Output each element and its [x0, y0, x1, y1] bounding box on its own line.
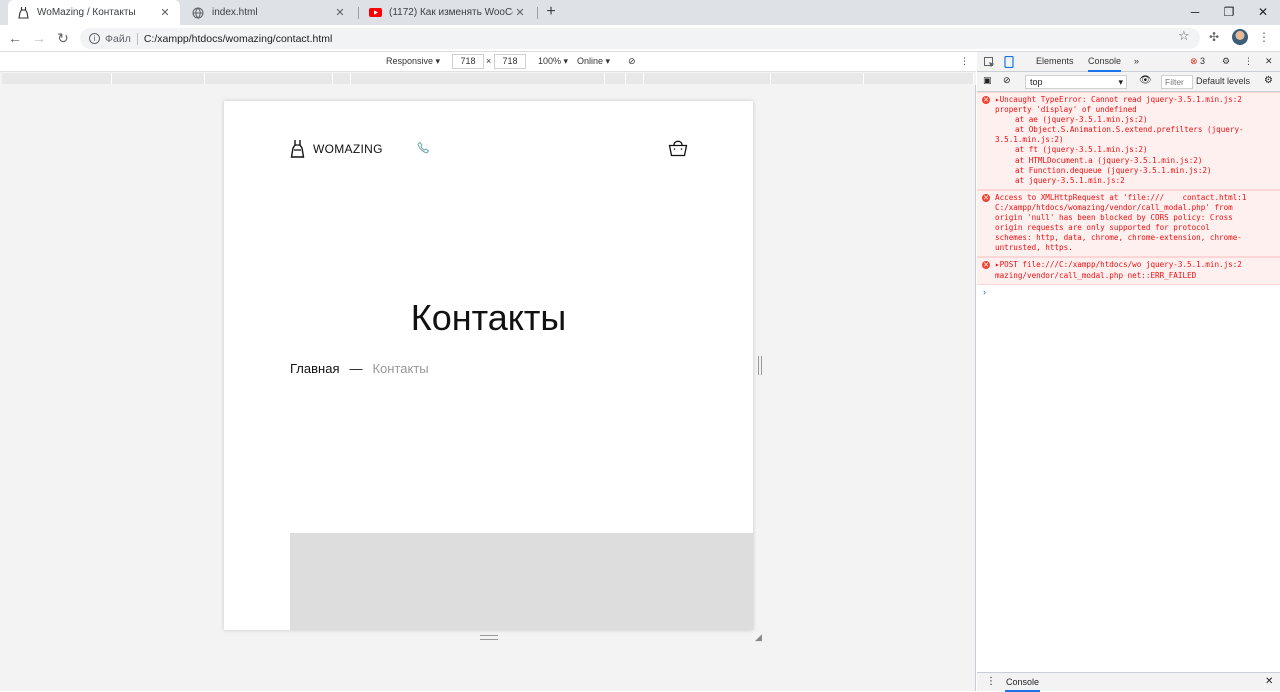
context-select[interactable]: top ▾	[1025, 75, 1127, 89]
tab-separator	[358, 7, 359, 19]
bookmark-star-icon[interactable]: ☆	[1178, 28, 1190, 44]
tab-title: (1172) Как изменять WooComm	[389, 7, 513, 18]
devtools-drawer: ⋮ Console ✕	[977, 672, 1280, 692]
browser-toolbar: ← → ↻ i Файл C:/xampp/htdocs/womazing/co…	[0, 25, 1280, 52]
device-toggle-icon[interactable]	[1004, 52, 1014, 72]
console-toolbar: ▣ ⊘ top ▾ 👁 Filter Default levels ⚙	[977, 72, 1280, 92]
new-tab-button[interactable]: +	[541, 2, 561, 22]
tab-separator	[537, 7, 538, 19]
inspect-element-icon[interactable]	[984, 52, 995, 72]
error-icon: ✕	[982, 193, 990, 202]
tab-youtube[interactable]: (1172) Как изменять WooComm ✕	[360, 0, 535, 25]
log-levels-select[interactable]: Default levels	[1196, 76, 1250, 86]
browser-menu-icon[interactable]: ⋮	[1258, 30, 1270, 44]
settings-gear-icon[interactable]: ⚙	[1222, 52, 1230, 72]
youtube-icon	[368, 6, 382, 20]
console-error-message[interactable]: ✕ Access to XMLHttpRequest at 'file:/// …	[977, 189, 1280, 258]
eye-icon[interactable]: 👁	[1139, 75, 1152, 86]
devtools-menu-icon[interactable]: ⋮	[1244, 52, 1253, 72]
close-devtools-icon[interactable]: ✕	[1265, 52, 1273, 72]
breadcrumb-separator: —	[349, 361, 363, 376]
tab-console[interactable]: Console	[1088, 52, 1122, 72]
close-tab-icon[interactable]: ✕	[333, 6, 347, 19]
breadcrumb-current: Контакты	[372, 361, 429, 376]
tab-index-html[interactable]: index.html ✕	[183, 0, 355, 25]
tab-womazing-contacts[interactable]: WoMazing / Контакты ✕	[8, 0, 180, 25]
close-drawer-icon[interactable]: ✕	[1265, 676, 1273, 687]
media-query-bar[interactable]	[0, 72, 976, 85]
url-text[interactable]: C:/xampp/htdocs/womazing/contact.html	[144, 33, 333, 45]
error-icon: ✕	[982, 261, 990, 270]
dress-icon	[16, 6, 30, 20]
device-toolbar: Responsive ▾ 718 × 718 100% ▾ Online ▾ ⊘…	[0, 52, 976, 72]
console-error-message[interactable]: ✕ ▸POST file:///C:/xampp/htdocs/wo jquer…	[977, 257, 1280, 285]
width-input[interactable]: 718	[452, 54, 484, 69]
resize-handle-bottom[interactable]	[480, 635, 498, 640]
forward-button[interactable]: →	[29, 28, 49, 48]
reload-button[interactable]: ↻	[53, 28, 73, 48]
emulated-page: WOMAZING Контакты Главная — Контакты	[224, 101, 753, 630]
close-tab-icon[interactable]: ✕	[513, 6, 527, 19]
phone-icon[interactable]	[417, 141, 430, 157]
height-input[interactable]: 718	[494, 54, 526, 69]
breadcrumb: Главная — Контакты	[290, 361, 429, 376]
omnibox-divider	[136, 32, 138, 45]
more-tabs-icon[interactable]: »	[1134, 52, 1139, 72]
filter-input[interactable]: Filter	[1161, 75, 1193, 89]
console-messages: ✕ ▸Uncaught TypeError: Cannot read jquer…	[977, 92, 1280, 297]
site-logo[interactable]: WOMAZING	[290, 139, 383, 158]
info-icon[interactable]: i	[89, 33, 100, 44]
dimension-separator: ×	[486, 56, 492, 66]
devtools-tabbar: Elements Console » ⊗ 3 ⚙ ⋮ ✕	[977, 52, 1280, 72]
breadcrumb-home-link[interactable]: Главная	[290, 361, 339, 376]
zoom-select[interactable]: 100% ▾	[538, 56, 568, 67]
drawer-tab-console[interactable]: Console	[1005, 673, 1041, 692]
scheme-label: Файл	[105, 32, 131, 45]
drawer-menu-icon[interactable]: ⋮	[986, 676, 996, 687]
map-placeholder	[290, 533, 753, 630]
maximize-button[interactable]: ❐	[1212, 0, 1246, 25]
clear-console-icon[interactable]: ⊘	[1003, 75, 1011, 86]
close-tab-icon[interactable]: ✕	[158, 6, 172, 19]
profile-avatar[interactable]	[1232, 29, 1248, 45]
console-prompt[interactable]: ›	[977, 285, 1280, 297]
back-button[interactable]: ←	[5, 28, 25, 48]
tab-elements[interactable]: Elements	[1036, 52, 1074, 72]
throttling-select[interactable]: Online ▾	[577, 56, 610, 67]
tab-title: WoMazing / Контакты	[37, 7, 136, 18]
close-window-button[interactable]: ✕	[1246, 0, 1280, 25]
shopping-bag-icon[interactable]	[668, 138, 688, 160]
sidebar-toggle-icon[interactable]: ▣	[983, 75, 992, 86]
resize-handle-right[interactable]	[758, 356, 762, 375]
resize-handle-corner[interactable]: ◢	[755, 632, 762, 643]
extensions-puzzle-icon[interactable]: ✣	[1209, 30, 1219, 44]
device-toolbar-menu-icon[interactable]: ⋮	[960, 56, 969, 67]
globe-icon	[191, 6, 205, 20]
minimize-button[interactable]: ─	[1178, 0, 1212, 25]
address-bar[interactable]: i Файл C:/xampp/htdocs/womazing/contact.…	[80, 28, 1200, 49]
dress-logo-icon	[290, 140, 305, 158]
error-icon: ✕	[982, 96, 990, 104]
error-counter[interactable]: ⊗ 3	[1190, 52, 1205, 72]
page-title: Контакты	[410, 297, 567, 338]
console-settings-icon[interactable]: ⚙	[1264, 75, 1273, 86]
tab-strip: WoMazing / Контакты ✕ index.html ✕ (1172…	[0, 0, 1280, 25]
device-select[interactable]: Responsive ▾	[386, 56, 440, 67]
tab-title: index.html	[212, 7, 258, 18]
brand-name: WOMAZING	[313, 141, 383, 156]
rotate-icon[interactable]: ⊘	[628, 56, 636, 67]
console-error-message[interactable]: ✕ ▸Uncaught TypeError: Cannot read jquer…	[977, 92, 1280, 190]
devtools-panel: Elements Console » ⊗ 3 ⚙ ⋮ ✕ ▣ ⊘ top ▾ 👁 …	[977, 52, 1280, 692]
